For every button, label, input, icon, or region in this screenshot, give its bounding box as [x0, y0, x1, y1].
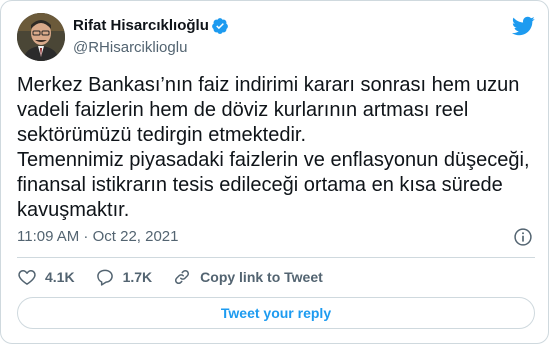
like-button[interactable]: 4.1K [17, 267, 75, 287]
avatar-image [17, 13, 65, 61]
info-icon[interactable] [513, 227, 533, 247]
reply-count-button[interactable]: 1.7K [95, 267, 153, 287]
copy-link-label: Copy link to Tweet [200, 269, 323, 285]
author-name[interactable]: Rifat Hisarcıklıoğlu [73, 16, 209, 36]
copy-link-button[interactable]: Copy link to Tweet [172, 267, 323, 287]
tweet-text: Merkez Bankası’nın faiz indirimi kararı … [17, 74, 530, 221]
author-handle[interactable]: @RHisarciklioglu [73, 38, 187, 58]
tweet-meta: 11:09 AM · Oct 22, 2021 [17, 227, 535, 247]
link-icon [175, 269, 190, 285]
tweet-actions: 4.1K 1.7K Copy link to Tweet [17, 265, 343, 289]
heart-icon [18, 270, 36, 285]
tweet-header: Rifat Hisarcıklıoğlu @RHisarciklioglu [17, 13, 535, 61]
verified-badge-icon [211, 17, 229, 35]
tweet-timestamp[interactable]: 11:09 AM · Oct 22, 2021 [17, 228, 178, 245]
name-row: Rifat Hisarcıklıoğlu [73, 16, 229, 36]
like-count: 4.1K [45, 269, 75, 285]
reply-count: 1.7K [122, 269, 153, 285]
twitter-bird-icon[interactable] [511, 14, 535, 38]
avatar[interactable] [17, 13, 65, 61]
speech-bubble-icon [96, 269, 113, 286]
divider [17, 257, 535, 258]
tweet-your-reply-button[interactable]: Tweet your reply [17, 297, 535, 329]
tweet-card: Rifat Hisarcıklıoğlu @RHisarciklioglu Me… [0, 0, 549, 344]
